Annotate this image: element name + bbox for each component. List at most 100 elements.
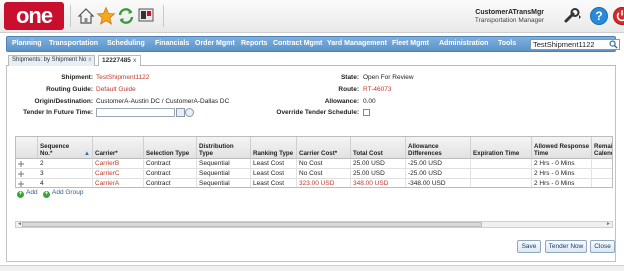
nav-order-mgmt[interactable]: Order Mgmt [195,40,235,47]
cell-allowance-differences: -348.00 USD [406,179,471,187]
cell-distribution-type: Sequential [197,179,251,187]
cell-selection-type: Contract [144,159,197,169]
nav-search-input[interactable]: TestShipment1122 [530,39,620,50]
tender-future-time-label: Tender In Future Time: [23,109,93,116]
shipment-label: Shipment: [61,74,93,81]
cell-carrier[interactable]: CarrierA [93,179,144,187]
state-value: Open For Review [363,74,414,81]
scrollbar-thumb[interactable] [22,222,482,227]
star-icon[interactable] [96,6,116,26]
shipment-panel: Shipment: TestShipment1122 Routing Guide… [6,66,616,262]
origin-destination-label: Origin/Destination: [34,98,94,105]
routing-guide-value[interactable]: Default Guide [96,86,136,93]
add-button[interactable]: + Add [17,189,38,198]
calendar-icon[interactable] [176,108,185,117]
home-icon[interactable] [76,6,96,26]
origin-destination-value: CustomerA-Austin DC / CustomerA-Dallas D… [96,98,230,105]
drag-handle-icon[interactable] [18,161,24,167]
col-allowed-response-time[interactable]: Allowed Response Time [532,137,592,159]
nav-tools[interactable]: Tools [498,40,516,47]
add-icon: + [17,191,24,198]
header-divider [163,5,164,27]
override-tender-schedule-label: Override Tender Schedule: [276,109,359,116]
col-selection-type[interactable]: Selection Type [144,137,197,159]
cell-ranking-type: Least Cost [251,169,297,179]
cell-selection-type: Contract [144,179,197,187]
add-group-button[interactable]: + Add Group [43,189,83,198]
drag-handle-icon[interactable] [18,181,24,187]
grid-header: Sequence No.* ▲ Carrier* Selection Type … [16,137,612,159]
close-icon[interactable]: x [88,57,91,63]
override-tender-schedule-checkbox[interactable] [363,109,370,116]
horizontal-scrollbar[interactable]: ◄ ► [15,221,613,228]
user-name: CustomerATransMgr [475,9,544,16]
app-header: one CustomerATransMgr Transportation Man… [0,0,624,33]
close-icon[interactable]: x [133,57,137,64]
cell-expiration-time [471,169,532,179]
col-distribution-type[interactable]: Distribution Type [197,137,251,159]
sort-ascending-icon[interactable]: ▲ [84,150,90,158]
cell-expiration-time [471,159,532,169]
save-button[interactable]: Save [517,240,541,253]
cell-expiration-time [471,179,532,187]
close-button[interactable]: Close [590,240,615,253]
nav-scheduling[interactable]: Scheduling [107,40,145,47]
route-value[interactable]: RT-46073 [363,86,391,93]
col-carrier-cost[interactable]: Carrier Cost* [297,137,351,159]
col-allowance-differences[interactable]: Allowance Differences [406,137,471,159]
refresh-icon[interactable] [116,6,136,26]
table-row[interactable]: 4 CarrierA Contract Sequential Least Cos… [16,179,612,187]
cell-sequence: 4 [38,179,93,187]
tab-shipments-by-number[interactable]: Shipments: by Shipment No x [8,55,96,66]
cell-carrier[interactable]: CarrierB [93,159,144,169]
help-button[interactable]: ? [590,7,608,25]
table-row[interactable]: 3 CarrierC Contract Sequential Least Cos… [16,169,612,179]
tender-now-button[interactable]: Tender Now [545,240,587,253]
scroll-right-icon[interactable]: ► [606,221,611,227]
tender-future-time-input[interactable] [96,108,175,117]
shipment-value[interactable]: TestShipment1122 [96,74,149,81]
col-expiration-time[interactable]: Expiration Time [471,137,532,159]
wrench-icon[interactable] [563,8,583,24]
user-info: CustomerATransMgr Transportation Manager [475,9,544,25]
routing-guide-label: Routing Guide: [46,86,93,93]
col-remain-calendar[interactable]: Remain Calendar [592,137,612,159]
nav-reports[interactable]: Reports [241,40,267,47]
col-total-cost[interactable]: Total Cost [351,137,406,159]
table-row[interactable]: 2 CarrierB Contract Sequential Least Cos… [16,159,612,169]
allowance-label: Allowance: [324,98,359,105]
app-logo[interactable]: one [4,2,64,30]
nav-yard-management[interactable]: Yard Management [327,40,387,47]
nav-transportation[interactable]: Transportation [49,40,98,47]
tab-label: Shipments: by Shipment No [12,57,87,63]
route-label: Route: [338,86,359,93]
cell-allowed-response-time: 2 Hrs - 0 Mins [532,159,592,169]
main-nav: Planning Transportation Scheduling Finan… [6,36,620,52]
drag-handle-icon[interactable] [18,171,24,177]
nav-fleet-mgmt[interactable]: Fleet Mgmt [392,40,429,47]
nav-planning[interactable]: Planning [12,40,42,47]
tab-label: 12227485 [102,57,131,64]
cell-remain-calendar [592,169,612,179]
nav-contract-mgmt[interactable]: Contract Mgmt [273,40,322,47]
alert-flag-icon[interactable] [137,6,157,26]
cell-sequence: 2 [38,159,93,169]
power-icon[interactable] [613,7,624,25]
search-icon[interactable] [609,40,618,49]
nav-financials[interactable]: Financials [155,40,189,47]
cell-carrier-cost: No Cost [297,169,351,179]
cell-distribution-type: Sequential [197,159,251,169]
user-role: Transportation Manager [474,17,544,24]
cell-remain-calendar [592,179,612,187]
status-strip [0,265,624,271]
col-sequence-no[interactable]: Sequence No.* ▲ [38,137,93,159]
cell-carrier[interactable]: CarrierC [93,169,144,179]
tab-shipment-detail[interactable]: 12227485 x [98,55,141,66]
col-label: Sequence No.* [40,143,70,157]
cell-selection-type: Contract [144,169,197,179]
col-carrier[interactable]: Carrier* [93,137,144,159]
col-ranking-type[interactable]: Ranking Type [251,137,297,159]
clock-icon[interactable] [185,108,194,117]
nav-administration[interactable]: Administration [439,40,488,47]
cell-ranking-type: Least Cost [251,159,297,169]
